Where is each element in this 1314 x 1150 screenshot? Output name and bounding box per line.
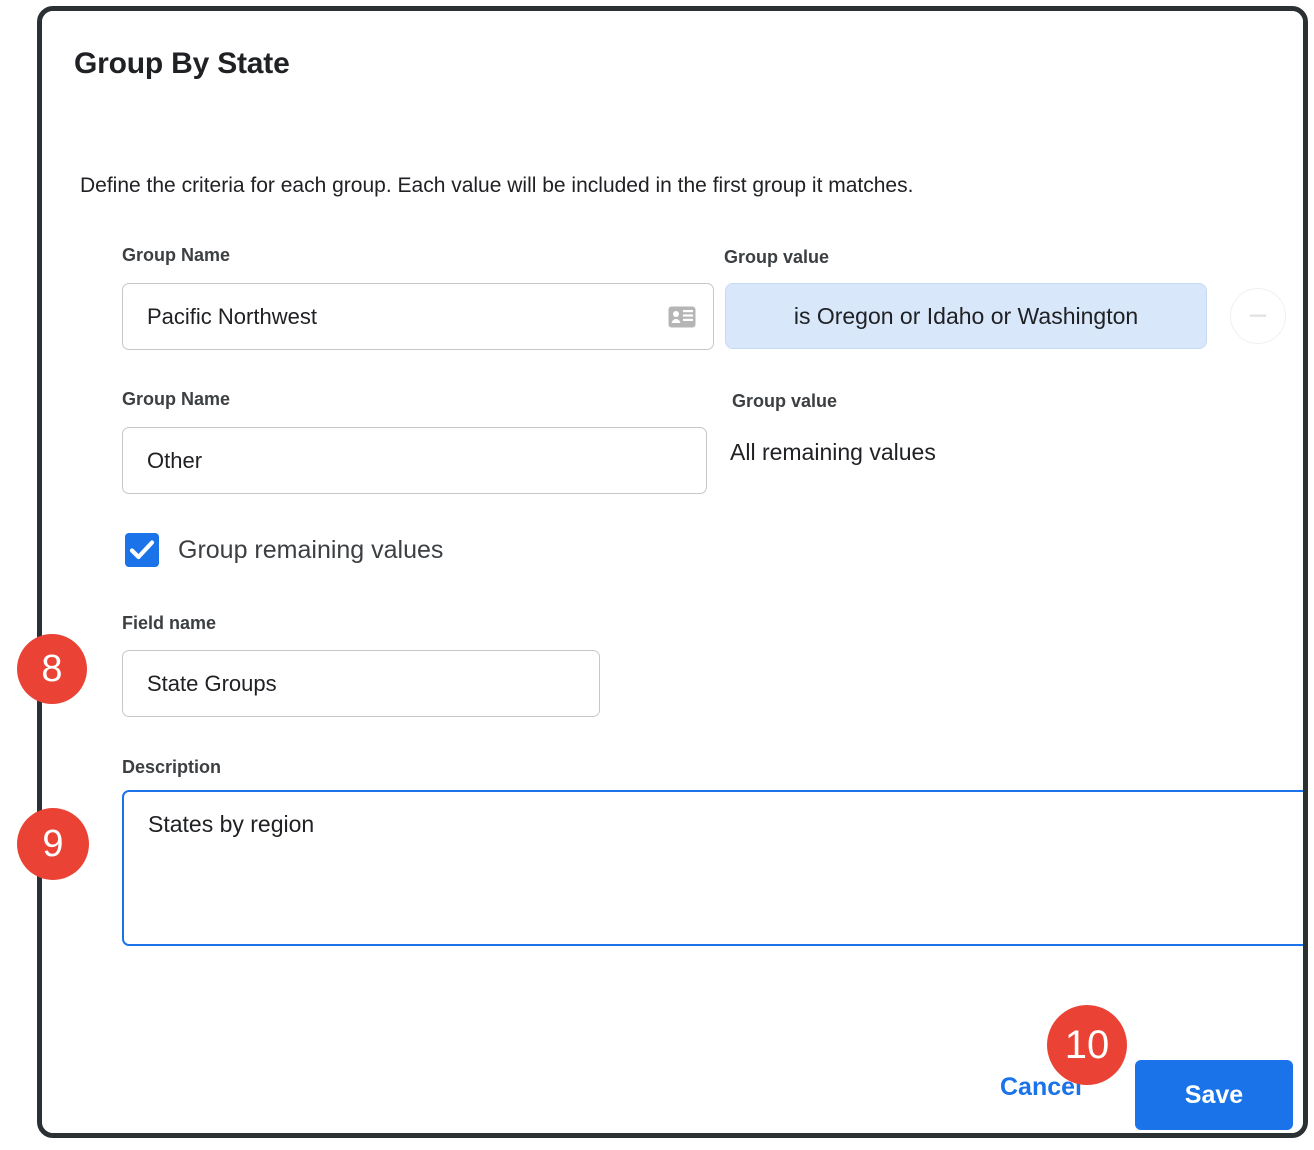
dialog-title: Group By State bbox=[74, 47, 290, 81]
step-badge-8: 8 bbox=[17, 634, 87, 704]
step-badge-10: 10 bbox=[1047, 1005, 1127, 1085]
group-remaining-values-checkbox[interactable] bbox=[125, 533, 159, 567]
minus-icon: − bbox=[1248, 299, 1268, 333]
group-name-input-1[interactable] bbox=[122, 283, 714, 350]
dialog-subtitle: Define the criteria for each group. Each… bbox=[80, 174, 913, 198]
description-label: Description bbox=[122, 757, 221, 778]
group-value-chip-1[interactable]: is Oregon or Idaho or Washington bbox=[725, 283, 1207, 349]
description-textarea[interactable] bbox=[122, 790, 1303, 946]
group-name-label-2: Group Name bbox=[122, 389, 230, 410]
group-value-label-1: Group value bbox=[724, 247, 829, 268]
device-frame: Group By State Define the criteria for e… bbox=[37, 6, 1308, 1138]
step-badge-9: 9 bbox=[17, 808, 89, 880]
group-name-label-1: Group Name bbox=[122, 245, 230, 266]
field-name-label: Field name bbox=[122, 613, 216, 634]
group-by-state-dialog: Group By State Define the criteria for e… bbox=[42, 11, 1303, 1133]
remove-row-button[interactable]: − bbox=[1230, 288, 1286, 344]
checkmark-icon bbox=[129, 538, 155, 562]
group-value-static-2: All remaining values bbox=[730, 439, 936, 466]
group-remaining-values-label: Group remaining values bbox=[178, 536, 443, 565]
field-name-input[interactable] bbox=[122, 650, 600, 717]
group-name-input-2[interactable] bbox=[122, 427, 707, 494]
group-name-field-1[interactable] bbox=[122, 283, 714, 350]
save-button[interactable]: Save bbox=[1135, 1060, 1293, 1130]
group-value-label-2: Group value bbox=[732, 391, 837, 412]
group-remaining-values-row[interactable]: Group remaining values bbox=[125, 533, 443, 567]
